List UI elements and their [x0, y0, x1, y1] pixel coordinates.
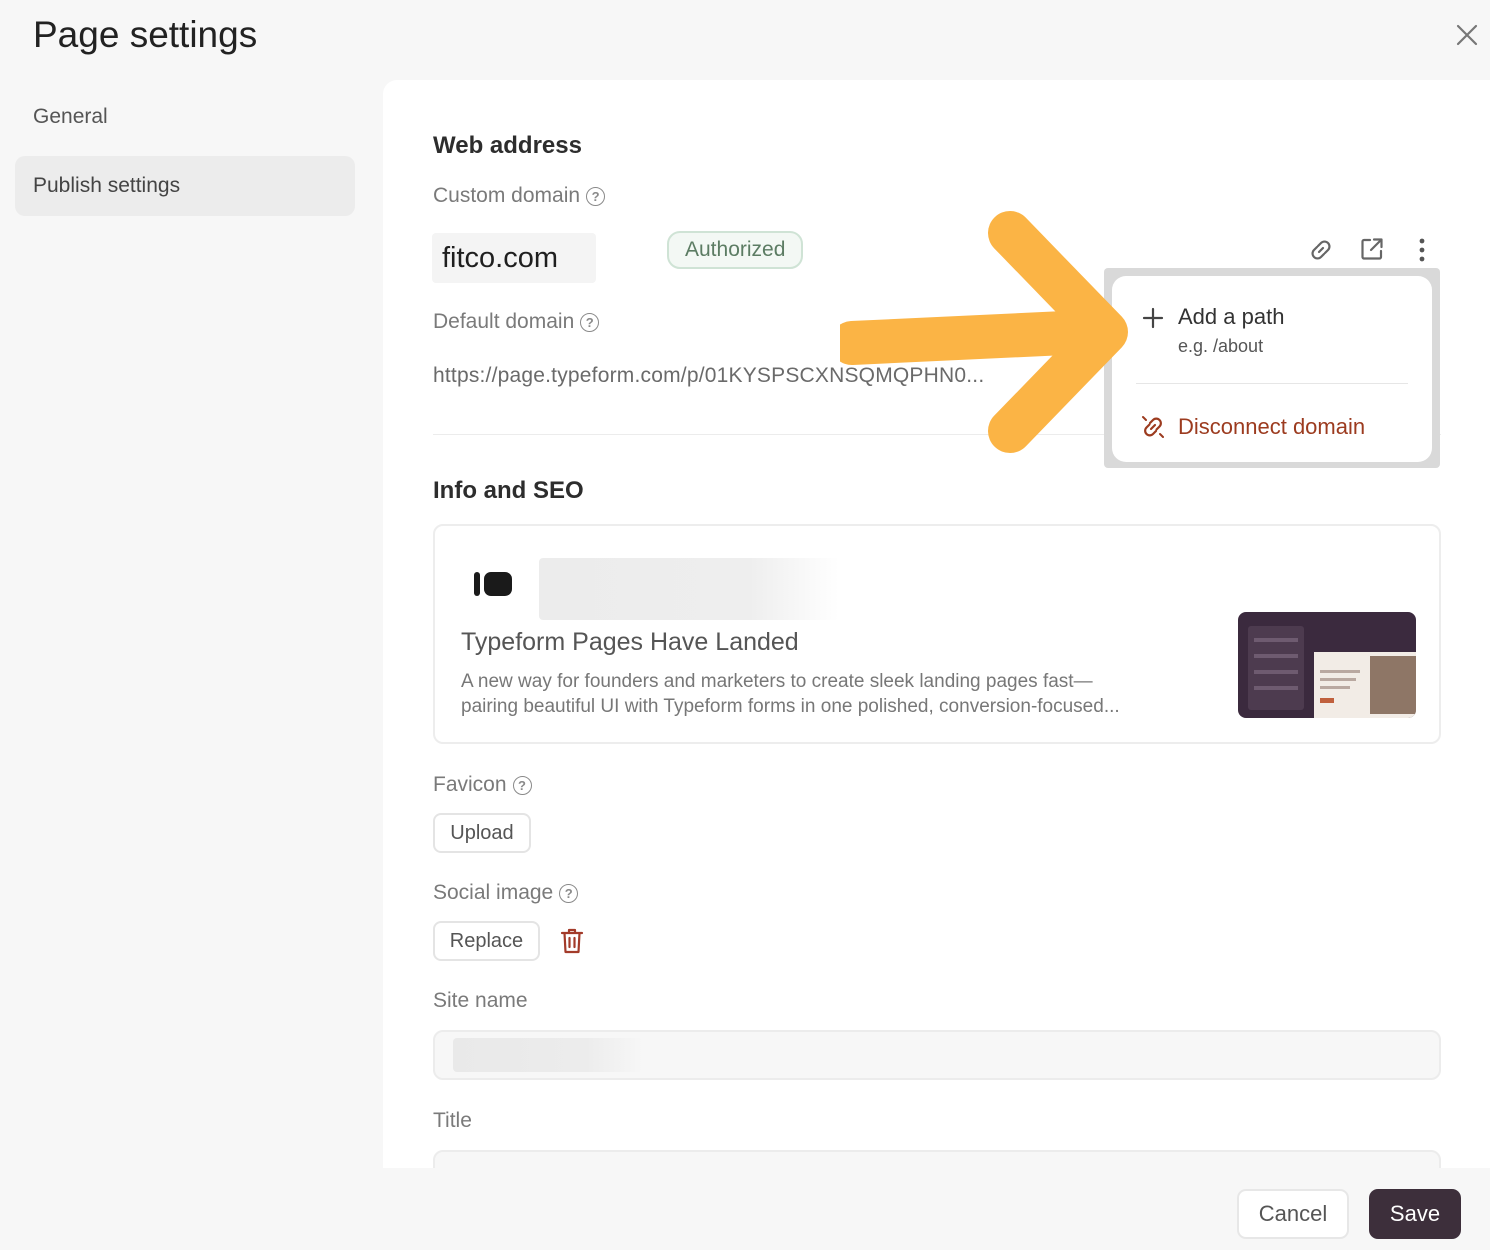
cancel-button[interactable]: Cancel	[1237, 1189, 1349, 1239]
settings-panel: Web address Custom domain ? fitco.com Au…	[383, 80, 1490, 1168]
blurred-site-name	[539, 558, 839, 620]
title-label: Title	[433, 1109, 472, 1132]
trash-icon	[560, 928, 584, 954]
title-input[interactable]	[433, 1150, 1441, 1168]
sidebar-item-label: General	[33, 105, 108, 128]
help-icon[interactable]: ?	[580, 312, 600, 332]
link-icon	[1311, 240, 1331, 260]
close-icon[interactable]	[1455, 23, 1479, 47]
sidebar-item-label: Publish settings	[33, 174, 181, 197]
blurred-site-name-value	[453, 1038, 643, 1072]
custom-domain-label: Custom domain ?	[433, 184, 606, 208]
delete-social-image-button[interactable]	[558, 926, 586, 956]
menu-divider	[1136, 383, 1408, 384]
default-domain-label: Default domain ?	[433, 310, 600, 334]
site-name-label: Site name	[433, 989, 528, 1012]
page-title: Page settings	[33, 14, 258, 55]
copy-link-button[interactable]	[1307, 236, 1335, 264]
disconnect-domain-menu-item[interactable]: Disconnect domain	[1140, 414, 1365, 440]
default-domain-url-text: https://page.typeform.com/p/01KYSPSCXNSQ…	[433, 364, 985, 387]
external-link-icon	[1361, 238, 1383, 260]
add-path-hint: e.g. /about	[1178, 336, 1264, 356]
seo-description-line: A new way for founders and marketers to …	[461, 671, 1093, 692]
default-domain-url[interactable]: https://page.typeform.com/p/01KYSPSCXNSQ…	[433, 364, 1123, 388]
plus-icon	[1142, 307, 1164, 329]
add-path-label: Add a path	[1178, 304, 1285, 329]
site-name-input[interactable]	[433, 1030, 1441, 1080]
custom-domain-value: fitco.com	[432, 233, 596, 283]
custom-domain-label-text: Custom domain	[433, 184, 581, 207]
favicon-label-text: Favicon	[433, 773, 507, 796]
save-button[interactable]: Save	[1369, 1189, 1461, 1239]
add-path-menu-item[interactable]: Add a path e.g. /about	[1142, 304, 1284, 357]
domain-options-menu: Add a path e.g. /about Disconnect domain	[1104, 268, 1440, 468]
sidebar-item-publish-settings[interactable]: Publish settings	[15, 156, 355, 216]
site-logo-icon	[474, 572, 512, 596]
favicon-upload-button[interactable]: Upload	[433, 813, 531, 853]
social-image-label-text: Social image	[433, 881, 554, 904]
more-vertical-icon	[1419, 238, 1425, 262]
info-seo-heading: Info and SEO	[433, 477, 584, 504]
close-button[interactable]	[1452, 20, 1482, 50]
social-image-thumbnail	[1238, 612, 1416, 718]
domain-options-menu-panel: Add a path e.g. /about Disconnect domain	[1112, 276, 1432, 462]
help-icon[interactable]: ?	[559, 883, 579, 903]
default-domain-label-text: Default domain	[433, 310, 575, 333]
seo-description-line: pairing beautiful UI with Typeform forms…	[461, 696, 1120, 717]
seo-preview-title: Typeform Pages Have Landed	[461, 628, 799, 656]
seo-preview-description: A new way for founders and marketers to …	[461, 669, 1231, 719]
seo-preview-card: Typeform Pages Have Landed A new way for…	[433, 524, 1441, 744]
disconnect-domain-label: Disconnect domain	[1178, 414, 1366, 439]
help-icon[interactable]: ?	[586, 186, 606, 206]
open-external-button[interactable]	[1358, 235, 1386, 263]
sidebar-item-general[interactable]: General	[15, 87, 355, 147]
favicon-label: Favicon ?	[433, 773, 532, 797]
help-icon[interactable]: ?	[512, 775, 532, 795]
social-image-replace-button[interactable]: Replace	[433, 921, 540, 961]
social-image-label: Social image ?	[433, 881, 579, 905]
web-address-heading: Web address	[433, 132, 582, 159]
unlink-icon	[1142, 416, 1164, 438]
status-badge: Authorized	[667, 231, 804, 269]
more-options-button[interactable]	[1412, 236, 1432, 264]
